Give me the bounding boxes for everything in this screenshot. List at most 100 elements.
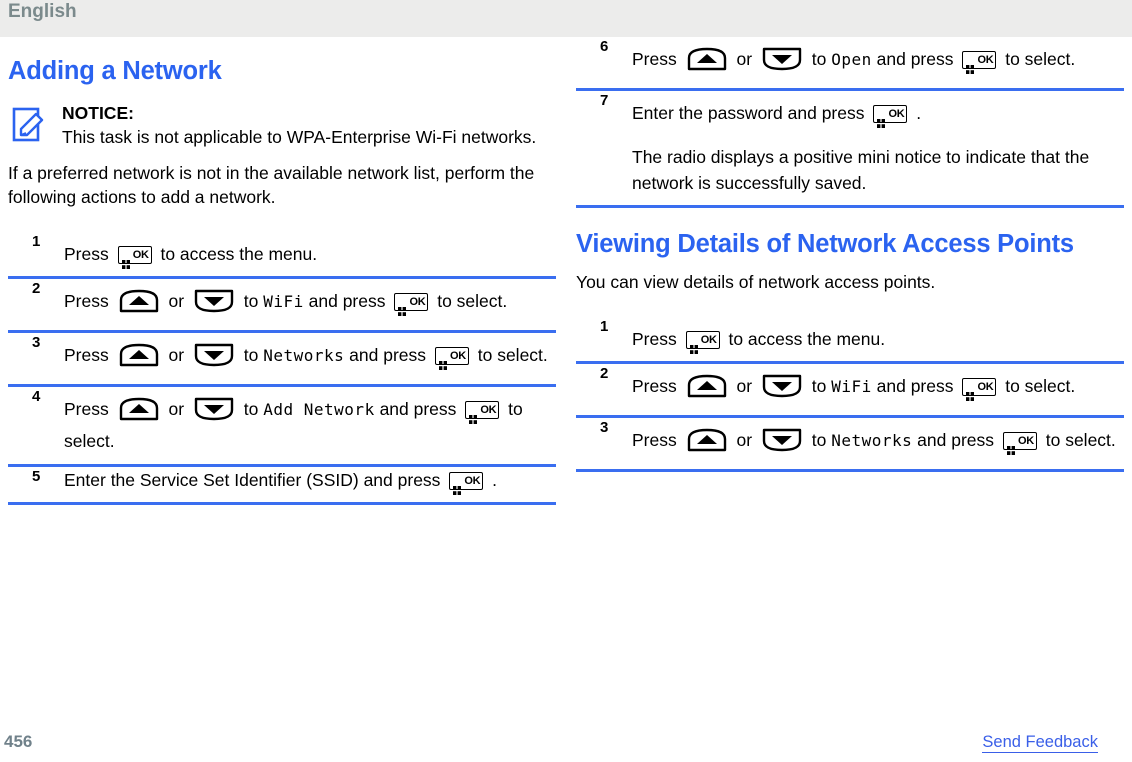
radio-display-text: Networks bbox=[263, 345, 345, 365]
ok-menu-key-icon: OK bbox=[962, 377, 997, 401]
step-text: and press bbox=[912, 429, 999, 450]
intro-paragraph-right: You can view details of network access p… bbox=[576, 272, 936, 293]
page-title-viewing-details: Viewing Details of Network Access Points bbox=[576, 229, 1074, 258]
step-content: Press or to WiFi and press OK to select. bbox=[64, 279, 556, 321]
step-text: Press bbox=[64, 290, 114, 311]
step-result-text: The radio displays a positive mini notic… bbox=[632, 147, 1090, 193]
step-text: Enter the password and press bbox=[632, 103, 870, 124]
notice-body: NOTICE: This task is not applicable to W… bbox=[62, 101, 556, 151]
step-text: to bbox=[238, 399, 264, 420]
notice-pencil-icon bbox=[12, 107, 48, 148]
step-text: and press bbox=[344, 344, 431, 365]
step-text: to select. bbox=[432, 290, 508, 311]
menu-grid-glyph bbox=[453, 477, 462, 495]
step-content: Press or to Add Network and press OK to … bbox=[64, 387, 556, 454]
ok-menu-key-icon: OK bbox=[873, 105, 908, 129]
step-number: 2 bbox=[600, 364, 609, 382]
step-text: or bbox=[731, 375, 757, 396]
arrow-up-key-icon bbox=[118, 289, 160, 321]
step-content: Press or to Open and press OK to select. bbox=[632, 37, 1124, 79]
ok-menu-key-icon: OK bbox=[394, 292, 429, 316]
ok-key-label: OK bbox=[977, 380, 994, 393]
step-number: 2 bbox=[32, 279, 41, 297]
step-content: Press or to Networks and press OK to sel… bbox=[64, 333, 556, 375]
procedure-step: 6 Press or to Open and press OK to select… bbox=[576, 37, 1124, 92]
ok-key-label: OK bbox=[409, 295, 426, 308]
step-number: 5 bbox=[32, 467, 41, 485]
ok-menu-key-icon: OK bbox=[685, 330, 720, 354]
left-column: Adding a Network NOTICE: This task is no… bbox=[8, 37, 556, 505]
step-text: and press bbox=[871, 49, 959, 69]
step-text: to select. bbox=[472, 344, 548, 365]
menu-grid-glyph bbox=[966, 56, 975, 74]
arrow-up-key-icon bbox=[686, 47, 728, 79]
page-body: Adding a Network NOTICE: This task is no… bbox=[0, 37, 1132, 727]
menu-grid-glyph bbox=[469, 406, 478, 425]
radio-display-text: WiFi bbox=[263, 291, 304, 311]
steps-list-adding-a-network-continued: 6 Press or to Open and press OK to select… bbox=[576, 37, 1124, 208]
step-text: Press bbox=[632, 429, 682, 450]
step-text: . bbox=[487, 469, 498, 490]
step-content: Press OK to access the menu. bbox=[632, 317, 1124, 354]
procedure-step: 4 Press or to Add Network and press OK to… bbox=[8, 387, 556, 467]
radio-display-text: Networks bbox=[831, 430, 913, 450]
step-content: Press or to Networks and press OK to sel… bbox=[632, 418, 1124, 460]
procedure-step: 7 Enter the password and press OK . The ra… bbox=[576, 91, 1124, 208]
page-title-adding-a-network: Adding a Network bbox=[8, 57, 222, 85]
step-text: to bbox=[238, 344, 264, 365]
step-text: to bbox=[806, 429, 832, 450]
arrow-down-key-icon bbox=[193, 343, 235, 375]
step-text: Enter the Service Set Identifier (SSID) … bbox=[64, 469, 446, 490]
arrow-up-key-icon bbox=[686, 428, 728, 460]
ok-key-label: OK bbox=[977, 54, 994, 66]
step-text: and press bbox=[374, 399, 462, 420]
step-text: to select. bbox=[1000, 49, 1076, 69]
intro-paragraph-left: If a preferred network is not in the ava… bbox=[8, 163, 535, 208]
arrow-down-key-icon bbox=[761, 428, 803, 460]
arrow-down-key-icon bbox=[761, 47, 803, 79]
step-text: to access the menu. bbox=[155, 243, 318, 264]
step-text: and press bbox=[303, 290, 391, 311]
step-number: 3 bbox=[600, 418, 609, 436]
step-number: 4 bbox=[32, 388, 41, 406]
step-number: 7 bbox=[600, 92, 609, 110]
right-column: 6 Press or to Open and press OK to select… bbox=[576, 37, 1124, 473]
menu-grid-glyph bbox=[438, 352, 447, 370]
page-number: 456 bbox=[4, 732, 33, 751]
procedure-step: 3 Press or to Networks and press OK to se… bbox=[576, 418, 1124, 473]
arrow-up-key-icon bbox=[118, 397, 160, 429]
step-number: 1 bbox=[600, 317, 609, 335]
step-number: 6 bbox=[600, 38, 609, 55]
step-content: Press or to WiFi and press OK to select. bbox=[632, 364, 1124, 406]
step-text: Press bbox=[632, 328, 682, 349]
notice-text: This task is not applicable to WPA-Enter… bbox=[62, 127, 537, 148]
step-text: Press bbox=[64, 344, 114, 365]
step-text: to access the menu. bbox=[723, 328, 886, 349]
step-text: . bbox=[911, 103, 922, 124]
step-text: Press bbox=[64, 399, 114, 420]
header-language-label: English bbox=[8, 1, 77, 22]
menu-grid-glyph bbox=[966, 383, 975, 401]
step-text: to bbox=[806, 375, 832, 396]
menu-grid-glyph bbox=[121, 251, 130, 269]
step-number: 1 bbox=[32, 232, 41, 250]
step-content: Press OK to access the menu. bbox=[64, 232, 556, 269]
ok-menu-key-icon: OK bbox=[117, 245, 152, 269]
ok-menu-key-icon: OK bbox=[434, 346, 469, 370]
procedure-step: 1 Press OK to access the menu. bbox=[8, 232, 556, 279]
procedure-step: 1 Press OK to access the menu. bbox=[576, 317, 1124, 364]
step-text: Press bbox=[632, 375, 682, 396]
menu-grid-glyph bbox=[689, 336, 698, 354]
ok-menu-key-icon: OK bbox=[449, 471, 484, 495]
step-text: and press bbox=[871, 375, 959, 396]
ok-key-label: OK bbox=[464, 474, 481, 487]
step-text: or bbox=[163, 399, 189, 420]
step-text: to bbox=[806, 49, 832, 69]
ok-menu-key-icon: OK bbox=[465, 401, 500, 425]
ok-key-label: OK bbox=[700, 333, 717, 346]
step-text: Press bbox=[632, 49, 682, 69]
steps-list-adding-a-network: 1 Press OK to access the menu. 2 Press or t… bbox=[8, 232, 556, 505]
arrow-down-key-icon bbox=[761, 374, 803, 406]
send-feedback-link[interactable]: Send Feedback bbox=[982, 733, 1098, 753]
ok-key-label: OK bbox=[480, 404, 497, 417]
